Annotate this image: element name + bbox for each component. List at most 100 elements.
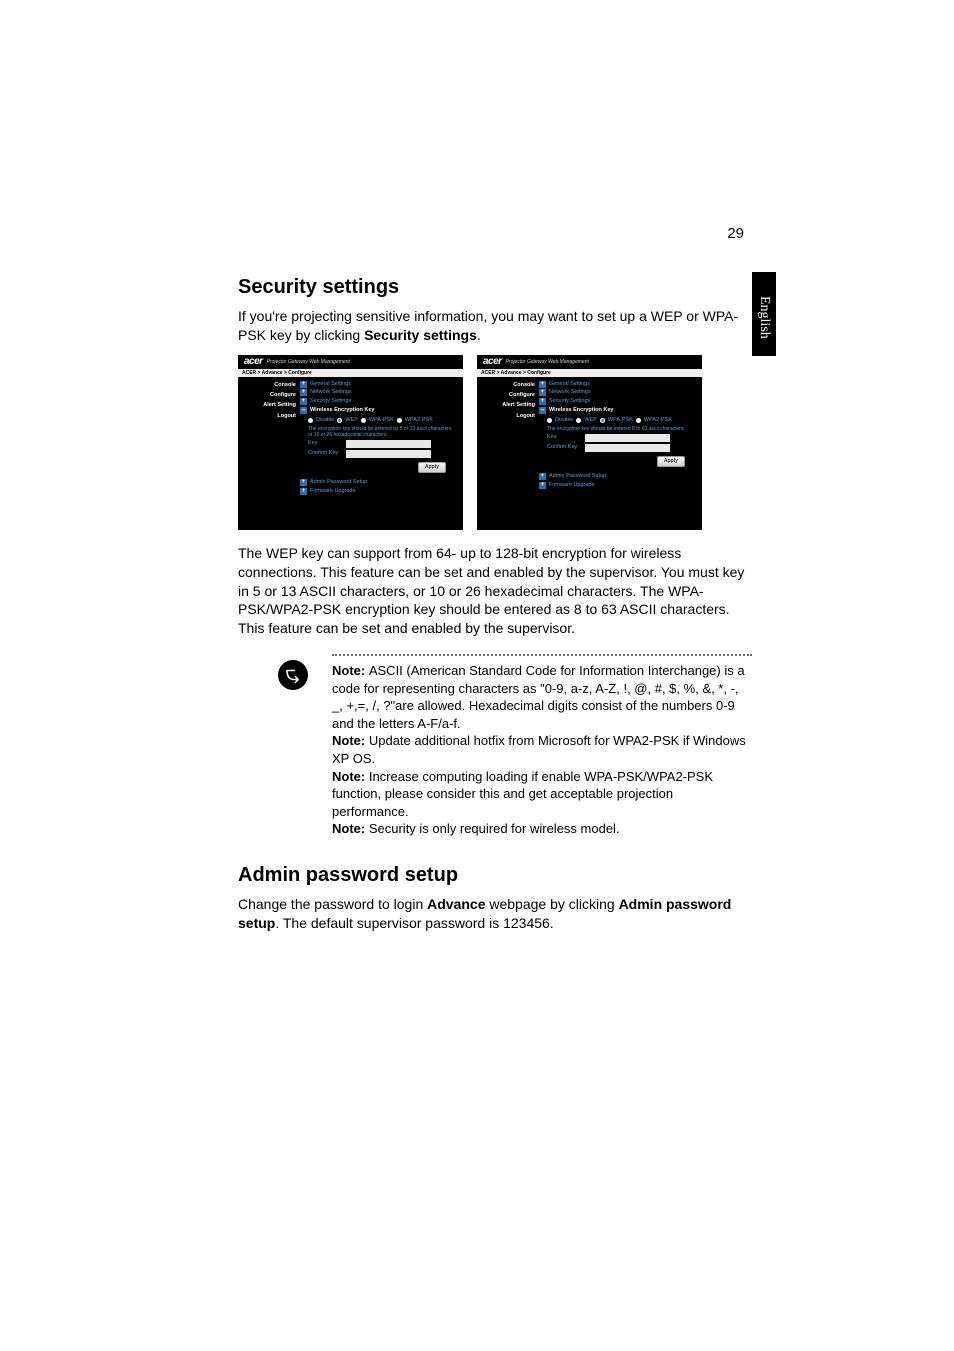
item-security: Security Settings <box>310 398 351 406</box>
admin-p-c: webpage by clicking <box>485 896 618 912</box>
intro-text-a: If you're projecting sensitive informati… <box>238 308 738 343</box>
confirm-field <box>585 444 670 452</box>
notes-text: Note: ASCII (American Standard Code for … <box>332 662 752 837</box>
confirm-field <box>346 450 431 458</box>
encryption-desc: The encryption key should be entered 8 t… <box>547 426 696 432</box>
intro-text-c: . <box>477 327 481 343</box>
radio-icon <box>361 418 366 423</box>
key-field <box>346 440 431 448</box>
note-label: Note: <box>332 769 369 784</box>
note-icon <box>278 660 308 690</box>
confirm-label: Confirm Key <box>547 444 581 452</box>
screenshot-sidebar: Console Configure Alert Setting Logout <box>238 377 300 528</box>
logo-subtitle: Projector Gateway Web Management <box>267 359 350 365</box>
item-admin-pw: Admin Password Setup <box>549 473 606 481</box>
expand-icon: + <box>539 482 546 489</box>
expand-icon: + <box>300 488 307 495</box>
wep-paragraph: The WEP key can support from 64- up to 1… <box>238 544 748 638</box>
sidebar-console: Console <box>477 381 535 389</box>
note-4: Security is only required for wireless m… <box>369 821 620 836</box>
sidebar-logout: Logout <box>477 412 535 420</box>
radio-wpa: WPA-PSK <box>369 417 394 425</box>
screenshot-wpa: acer Projector Gateway Web Management AC… <box>477 355 702 530</box>
apply-button: Apply <box>418 462 446 473</box>
encryption-radios: Disable WEP WPA-PSK WPA2-PSK <box>547 417 696 425</box>
note-1: ASCII (American Standard Code for Inform… <box>332 663 745 731</box>
note-2: Update additional hotfix from Microsoft … <box>332 733 746 766</box>
radio-icon <box>308 418 313 423</box>
radio-wep: WEP <box>345 417 358 425</box>
heading-security-settings: Security settings <box>238 276 748 299</box>
item-security: Security Settings <box>549 398 590 406</box>
intro-paragraph: If you're projecting sensitive informati… <box>238 307 748 345</box>
collapse-icon: – <box>539 407 546 414</box>
screenshot-row: acer Projector Gateway Web Management AC… <box>238 355 748 530</box>
item-general: General Settings <box>549 381 590 389</box>
key-field <box>585 434 670 442</box>
admin-p-a: Change the password to login <box>238 896 427 912</box>
radio-icon-selected <box>600 418 605 423</box>
note-block: Note: ASCII (American Standard Code for … <box>278 654 748 837</box>
radio-icon <box>547 418 552 423</box>
expand-icon: + <box>539 381 546 388</box>
expand-icon: + <box>300 389 307 396</box>
screenshot-main: +General Settings +Network Settings +Sec… <box>300 377 463 528</box>
screenshot-main: +General Settings +Network Settings +Sec… <box>539 377 702 528</box>
sidebar-console: Console <box>238 381 296 389</box>
acer-logo: acer <box>483 356 502 367</box>
radio-icon <box>397 418 402 423</box>
radio-disable: Disable <box>555 417 573 425</box>
breadcrumb: ACER > Advance > Configure <box>238 369 463 377</box>
expand-icon: + <box>539 473 546 480</box>
note-label: Note: <box>332 733 369 748</box>
item-wep-key: Wireless Encryption Key <box>549 407 613 415</box>
encryption-desc: The encryption key should be entered as … <box>308 426 457 438</box>
expand-icon: + <box>539 398 546 405</box>
sidebar-configure: Configure <box>477 391 535 399</box>
radio-wpa: WPA-PSK <box>608 417 633 425</box>
sidebar-alert: Alert Setting <box>238 401 296 409</box>
dotted-divider <box>332 654 752 656</box>
acer-logo: acer <box>244 356 263 367</box>
item-firmware: Firmware Upgrade <box>549 482 595 490</box>
note-label: Note: <box>332 821 369 836</box>
screenshot-header: acer Projector Gateway Web Management <box>477 355 702 369</box>
item-general: General Settings <box>310 381 351 389</box>
radio-wpa2: WPA2-PSK <box>644 417 672 425</box>
screenshot-wep: acer Projector Gateway Web Management AC… <box>238 355 463 530</box>
item-wep-key: Wireless Encryption Key <box>310 407 374 415</box>
encryption-radios: Disable WEP WPA-PSK WPA2-PSK <box>308 417 457 425</box>
item-network: Network Settings <box>310 389 352 397</box>
radio-wpa2: WPA2-PSK <box>405 417 433 425</box>
sidebar-alert: Alert Setting <box>477 401 535 409</box>
admin-p-e: . The default supervisor password is 123… <box>275 915 553 931</box>
screenshot-header: acer Projector Gateway Web Management <box>238 355 463 369</box>
key-label: Key <box>308 440 342 448</box>
expand-icon: + <box>539 389 546 396</box>
expand-icon: + <box>300 381 307 388</box>
key-label: Key <box>547 434 581 442</box>
item-firmware: Firmware Upgrade <box>310 488 356 496</box>
expand-icon: + <box>300 398 307 405</box>
expand-icon: + <box>300 479 307 486</box>
note-3: Increase computing loading if enable WPA… <box>332 769 713 819</box>
radio-wep: WEP <box>584 417 597 425</box>
note-label: Note: <box>332 663 369 678</box>
sidebar-configure: Configure <box>238 391 296 399</box>
logo-subtitle: Projector Gateway Web Management <box>506 359 589 365</box>
sidebar-logout: Logout <box>238 412 296 420</box>
language-tab: English <box>752 272 776 356</box>
admin-paragraph: Change the password to login Advance web… <box>238 895 748 933</box>
screenshot-sidebar: Console Configure Alert Setting Logout <box>477 377 539 528</box>
collapse-icon: – <box>300 407 307 414</box>
page-number: 29 <box>727 225 744 242</box>
item-admin-pw: Admin Password Setup <box>310 479 367 487</box>
radio-icon-selected <box>337 418 342 423</box>
radio-icon <box>576 418 581 423</box>
heading-admin-password: Admin password setup <box>238 864 748 887</box>
admin-p-b: Advance <box>427 896 485 912</box>
item-network: Network Settings <box>549 389 591 397</box>
apply-button: Apply <box>657 456 685 467</box>
intro-text-b: Security settings <box>364 327 477 343</box>
radio-icon <box>636 418 641 423</box>
